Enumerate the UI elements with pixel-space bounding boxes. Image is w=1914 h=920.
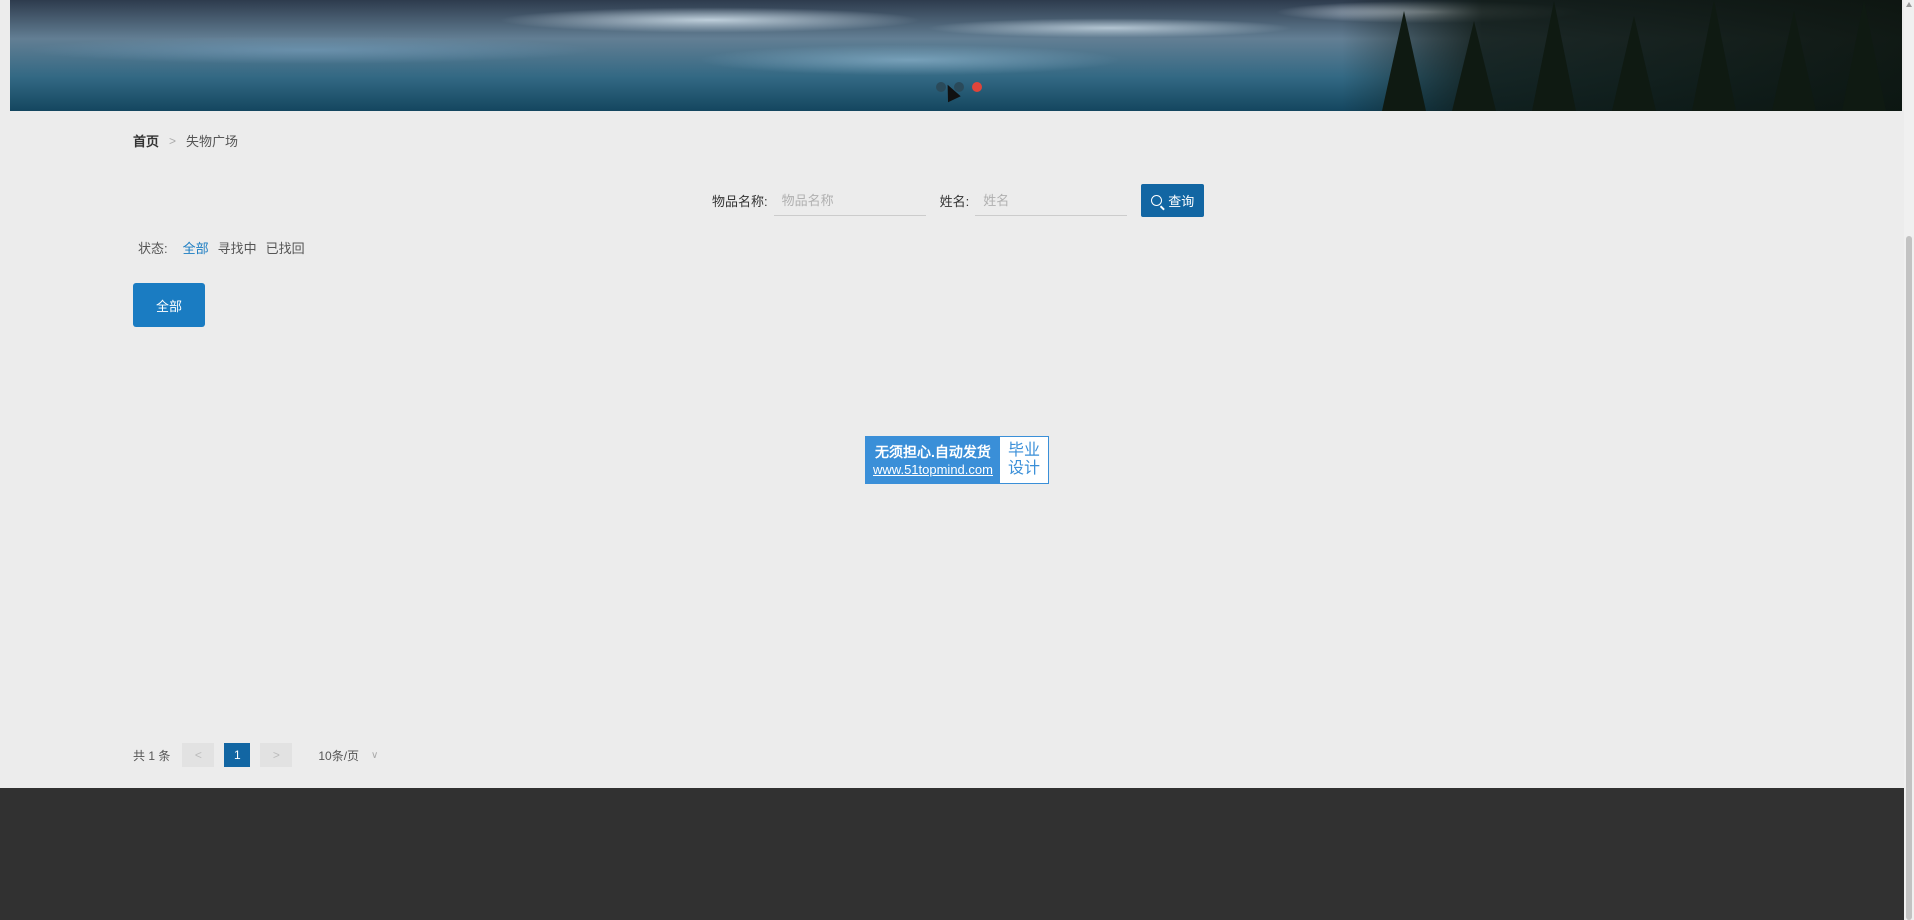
status-filter: 状态: 全部 寻找中 已找回 xyxy=(138,238,305,257)
breadcrumb-current: 失物广场 xyxy=(186,134,239,149)
page-size-value: 10条/页 xyxy=(318,748,360,763)
query-button-label: 查询 xyxy=(1168,194,1195,209)
next-page-button[interactable]: > xyxy=(260,743,293,767)
pagination-total: 共 1 条 xyxy=(133,748,171,763)
pagination: 共 1 条 < 1 > 10条/页 ∨ xyxy=(133,743,378,767)
watermark-right2: 设计 xyxy=(1007,460,1040,477)
status-option-searching[interactable]: 寻找中 xyxy=(218,238,257,257)
item-name-input[interactable] xyxy=(773,185,926,216)
name-label: 姓名: xyxy=(939,194,970,209)
name-input[interactable] xyxy=(975,185,1128,216)
watermark-right1: 毕业 xyxy=(1007,442,1040,459)
scrollbar[interactable] xyxy=(1904,0,1914,920)
breadcrumb: 首页 > 失物广场 xyxy=(133,131,238,150)
status-option-all[interactable]: 全部 xyxy=(183,238,209,257)
item-name-label: 物品名称: xyxy=(712,194,768,209)
page-size-select[interactable]: 10条/页 ∨ xyxy=(318,747,378,764)
watermark-badge: 无须担心.自动发货 www.51topmind.com 毕业 设计 xyxy=(865,436,1049,484)
page-number-1[interactable]: 1 xyxy=(224,743,251,767)
carousel-dot-3[interactable] xyxy=(972,82,982,92)
watermark-line2[interactable]: www.51topmind.com xyxy=(873,461,993,478)
scrollbar-thumb[interactable] xyxy=(1906,236,1912,920)
scroll-up-icon[interactable] xyxy=(1906,2,1912,7)
footer xyxy=(0,788,1904,920)
chevron-down-icon: ∨ xyxy=(371,749,379,761)
category-all-button[interactable]: 全部 xyxy=(133,283,205,327)
watermark-line1: 无须担心.自动发货 xyxy=(875,443,991,460)
status-option-found[interactable]: 已找回 xyxy=(266,238,305,257)
status-label: 状态: xyxy=(138,241,168,256)
breadcrumb-separator: > xyxy=(169,133,177,148)
breadcrumb-home[interactable]: 首页 xyxy=(133,131,159,150)
query-button[interactable]: 查询 xyxy=(1141,184,1205,217)
search-bar: 物品名称: 姓名: 查询 xyxy=(712,184,1205,217)
prev-page-button[interactable]: < xyxy=(182,743,215,767)
banner-carousel xyxy=(10,0,1902,111)
banner-trees xyxy=(1342,0,1902,111)
search-icon xyxy=(1151,195,1163,206)
